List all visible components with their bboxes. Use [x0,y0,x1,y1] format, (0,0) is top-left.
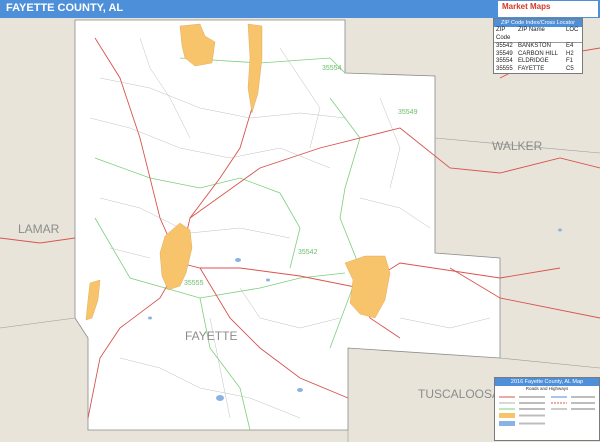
zip-table-header: ZIP Code ZIP Name LOC [494,27,582,43]
map-legend: 2016 Fayette County, AL Map Roads and Hi… [494,377,600,441]
logo-text: Market Maps [502,2,551,11]
zip-table-row: 35549 CARBON HILL H2 [496,50,574,57]
zip-label: 35554 [322,65,342,72]
zip-table-title: ZIP Code Index/Cross Locator [494,19,582,27]
zip-label: 35555 [184,280,204,287]
zip-label: 35549 [398,109,418,116]
title-bar: FAYETTE COUNTY, AL Market Maps [0,0,600,18]
neighbor-label: WALKER [492,139,543,153]
place-label: FAYETTE [185,329,237,343]
legend-title: 2016 Fayette County, AL Map [495,378,599,386]
zip-table-row: 35554 ELDRIDGE F1 [496,58,574,64]
zip-table-row: 35555 FAYETTE C5 [496,65,574,72]
zip-table-row: 35542 BANKSTON E4 [496,43,574,49]
publisher-logo: Market Maps [498,1,598,17]
neighbor-label: LAMAR [18,222,60,236]
zip-label: 35542 [298,249,318,256]
neighbor-label: TUSCALOOSA [418,387,500,401]
zip-code-index: ZIP Code Index/Cross Locator ZIP Code ZIP… [493,18,583,74]
map-title: FAYETTE COUNTY, AL [6,2,124,14]
legend-symbols [499,396,595,426]
